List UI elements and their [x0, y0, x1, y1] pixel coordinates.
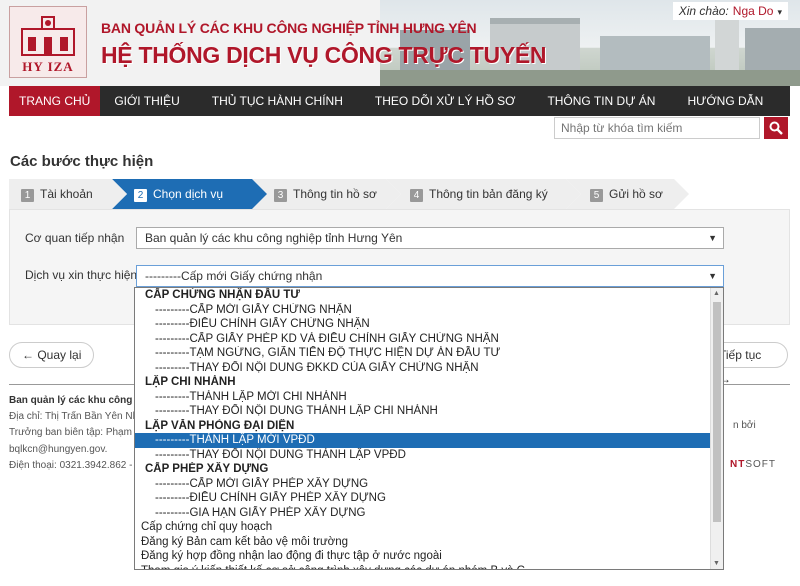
- user-name[interactable]: Nga Do: [733, 4, 774, 18]
- greeting-text: Xin chào:: [678, 4, 729, 18]
- dropdown-option[interactable]: Đăng ký Bản cam kết bảo vệ môi trường: [135, 535, 711, 550]
- step-registration-info[interactable]: 4 Thông tin bản đăng ký: [386, 179, 581, 209]
- dropdown-arrow-icon: ▼: [708, 271, 717, 281]
- dropdown-option[interactable]: ---------ĐIỀU CHỈNH GIẤY CHỨNG NHẬN: [135, 317, 711, 332]
- service-select[interactable]: ---------Cấp mới Giấy chứng nhận ▼: [136, 265, 724, 287]
- search-input[interactable]: [554, 117, 760, 139]
- dropdown-option[interactable]: ---------TẠM NGỪNG, GIÃN TIẾN ĐỘ THỰC HI…: [135, 346, 711, 361]
- option-group-header: LẬP CHI NHÁNH: [145, 376, 236, 388]
- dropdown-option[interactable]: ---------THAY ĐỔI NỘI DUNG THÀNH LẬP CHI…: [135, 404, 711, 419]
- nav-item-projects[interactable]: THÔNG TIN DỰ ÁN: [537, 86, 665, 116]
- site-header: HY IZA BAN QUẢN LÝ CÁC KHU CÔNG NGHIỆP T…: [0, 0, 800, 86]
- step-label: Gửi hồ sơ: [609, 187, 663, 201]
- option-group-header: LẬP VĂN PHÒNG ĐẠI DIỆN: [145, 419, 295, 432]
- step-number: 4: [410, 189, 423, 202]
- agency-select-value: Ban quản lý các khu công nghiệp tỉnh Hưn…: [145, 231, 403, 245]
- dropdown-option[interactable]: ---------ĐIỀU CHỈNH GIẤY PHÉP XÂY DỰNG: [135, 491, 711, 506]
- footer-address: Địa chỉ: Thị Trấn Bần Yên Nhâ: [9, 411, 144, 422]
- main-nav: TRANG CHỦ GIỚI THIỆU THỦ TỤC HÀNH CHÍNH …: [9, 86, 790, 116]
- footer-credit: n bởi: [733, 420, 756, 431]
- scroll-down-icon[interactable]: ▼: [713, 560, 720, 567]
- dropdown-option[interactable]: ---------THAY ĐỔI NỘI DUNG ĐKKD CỦA GIẤY…: [135, 361, 711, 376]
- step-submit[interactable]: 5 Gửi hồ sơ: [566, 179, 689, 209]
- step-number: 1: [21, 189, 34, 202]
- brand-prefix: NT: [730, 459, 746, 470]
- dropdown-option[interactable]: Tham gia ý kiến thiết kế cơ sở công trìn…: [135, 564, 711, 570]
- system-name: HỆ THỐNG DỊCH VỤ CÔNG TRỰC TUYẾN: [101, 42, 547, 68]
- dropdown-scrollbar[interactable]: ▲ ▼: [710, 288, 723, 569]
- nav-item-track-records[interactable]: THEO DÕI XỬ LÝ HỒ SƠ: [365, 86, 526, 116]
- dropdown-arrow-icon: ▼: [708, 233, 717, 243]
- search-button[interactable]: [764, 117, 788, 139]
- step-choose-service[interactable]: 2 Chọn dịch vụ: [112, 179, 267, 209]
- nav-item-about[interactable]: GIỚI THIỆU: [104, 86, 189, 116]
- nav-item-procedures[interactable]: THỦ TỤC HÀNH CHÍNH: [202, 86, 353, 116]
- dropdown-option[interactable]: ---------GIA HẠN GIẤY PHÉP XÂY DỰNG: [135, 506, 711, 521]
- footer-editor: Trưởng ban biên tập: Phạm T: [9, 427, 141, 438]
- footer-phone: Điện thoại: 0321.3942.862 -: [9, 460, 133, 471]
- step-account[interactable]: 1 Tài khoản: [9, 179, 127, 209]
- dropdown-option[interactable]: Cấp chứng chỉ quy hoạch: [135, 520, 711, 535]
- org-name: BAN QUẢN LÝ CÁC KHU CÔNG NGHIỆP TỈNH HƯN…: [101, 20, 477, 36]
- step-label: Thông tin bản đăng ký: [429, 187, 548, 201]
- option-group-header: CẤP PHÉP XÂY DỰNG: [145, 463, 269, 475]
- step-label: Tài khoản: [40, 187, 93, 201]
- agency-select[interactable]: Ban quản lý các khu công nghiệp tỉnh Hưn…: [136, 227, 724, 249]
- chevron-down-icon[interactable]: ▾: [777, 7, 782, 17]
- dropdown-option[interactable]: ---------THAY ĐỔI NỘI DUNG THÀNH LẬP VPĐ…: [135, 448, 711, 463]
- step-label: Thông tin hồ sơ: [293, 187, 377, 201]
- steps-title: Các bước thực hiện: [10, 153, 154, 170]
- service-select-value: ---------Cấp mới Giấy chứng nhận: [145, 269, 323, 283]
- footer-org: Ban quản lý các khu công: [9, 395, 133, 406]
- footer-email[interactable]: bqlkcn@hungyen.gov.: [9, 444, 107, 455]
- service-label: Dịch vụ xin thực hiện: [25, 268, 138, 282]
- scrollbar-thumb[interactable]: [713, 302, 721, 522]
- service-options: CẤP CHỨNG NHẬN ĐẦU TƯ ---------CẤP MỚI GI…: [135, 288, 711, 570]
- agency-label: Cơ quan tiếp nhận: [25, 231, 125, 245]
- step-number: 3: [274, 189, 287, 202]
- scroll-up-icon[interactable]: ▲: [713, 290, 720, 297]
- step-number: 5: [590, 189, 603, 202]
- nav-item-home[interactable]: TRANG CHỦ: [9, 86, 101, 116]
- nav-item-guide[interactable]: HƯỚNG DẪN: [677, 86, 773, 116]
- dropdown-option[interactable]: Đăng ký hợp đồng nhận lao động đi thực t…: [135, 549, 711, 564]
- service-dropdown-list[interactable]: CẤP CHỨNG NHẬN ĐẦU TƯ ---------CẤP MỚI GI…: [134, 287, 724, 570]
- option-group-header: CẤP CHỨNG NHẬN ĐẦU TƯ: [145, 289, 300, 301]
- footer-brand[interactable]: NTSOFT: [730, 459, 776, 470]
- dropdown-option[interactable]: ---------THÀNH LẬP MỚI CHI NHÁNH: [135, 390, 711, 405]
- logo-building-icon: [21, 16, 75, 56]
- dropdown-option[interactable]: ---------CẤP GIẤY PHÉP KD VÀ ĐIỀU CHỈNH …: [135, 332, 711, 347]
- dropdown-option[interactable]: ---------CẤP MỚI GIẤY CHỨNG NHẬN: [135, 303, 711, 318]
- brand-suffix: SOFT: [745, 459, 777, 470]
- site-logo[interactable]: HY IZA: [9, 6, 87, 78]
- dropdown-option[interactable]: ---------CẤP MỚI GIẤY PHÉP XÂY DỰNG: [135, 477, 711, 492]
- dropdown-option[interactable]: ---------THÀNH LẬP MỚI VPĐD: [135, 433, 711, 448]
- logo-text: HY IZA: [22, 59, 74, 74]
- step-wizard: 1 Tài khoản 2 Chọn dịch vụ 3 Thông tin hồ s…: [9, 179, 689, 209]
- back-button[interactable]: ← Quay lại: [9, 342, 95, 368]
- step-record-info[interactable]: 3 Thông tin hồ sơ: [252, 179, 401, 209]
- search-icon: [769, 121, 783, 135]
- step-number: 2: [134, 189, 147, 202]
- step-label: Chọn dịch vụ: [153, 187, 224, 201]
- user-greeting[interactable]: Xin chào: Nga Do ▾: [672, 2, 788, 20]
